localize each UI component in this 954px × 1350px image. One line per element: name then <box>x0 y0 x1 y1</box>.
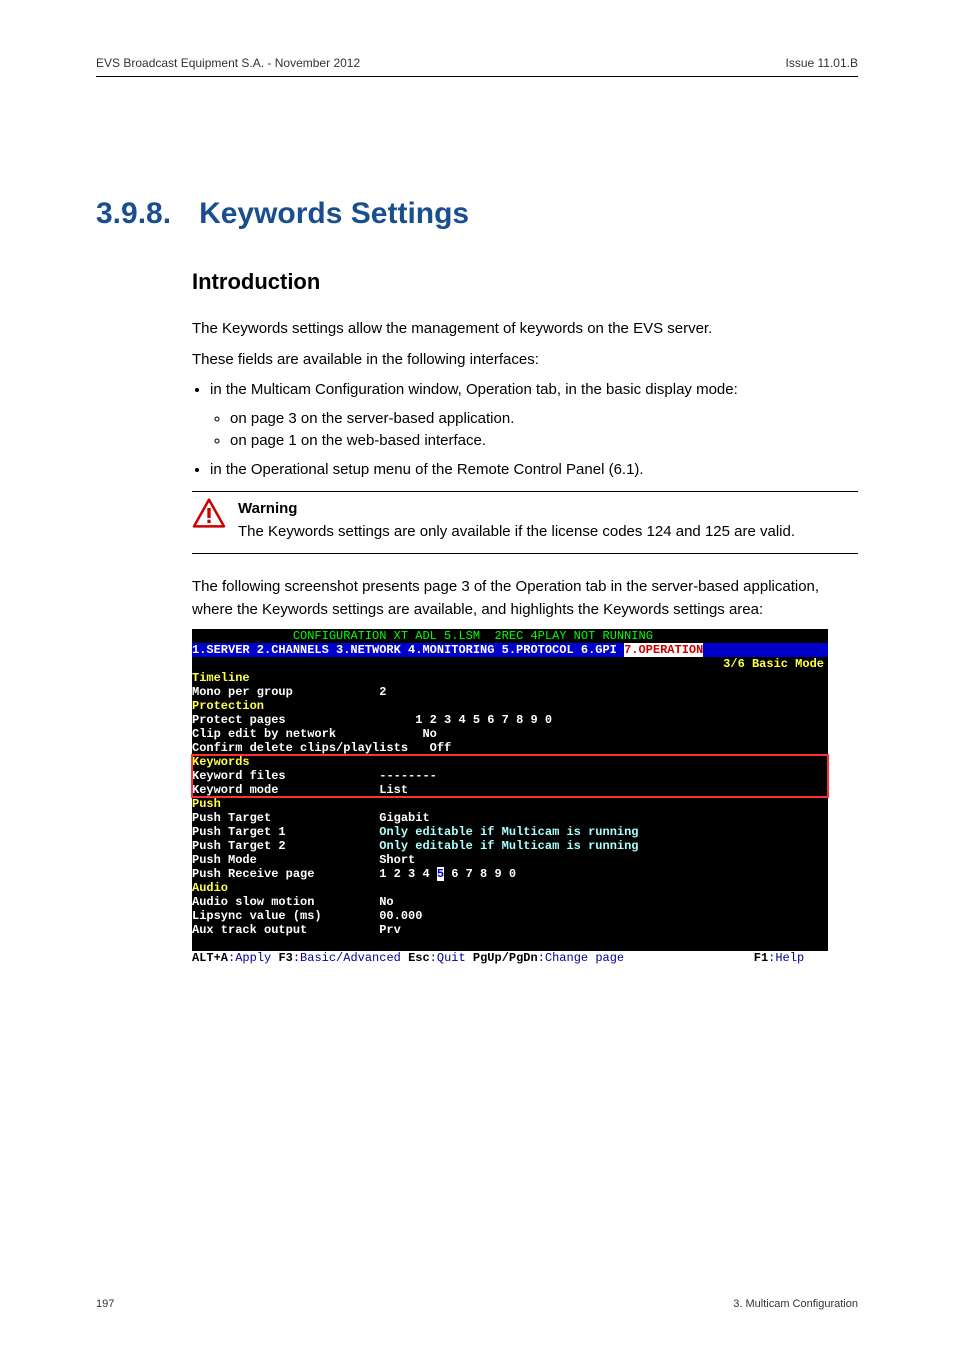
content: Introduction The Keywords settings allow… <box>192 265 858 965</box>
intro-li1a: on page 3 on the server-based applicatio… <box>230 408 858 431</box>
intro-li1b: on page 1 on the web-based interface. <box>230 430 858 453</box>
term-title: CONFIGURATION XT ADL 5.LSM 2REC 4PLAY NO… <box>192 629 732 643</box>
warning-icon <box>192 498 226 543</box>
row-clipedit: Clip edit by network No <box>192 727 437 741</box>
row-protection: Protection <box>192 699 264 713</box>
row-ptarget: Push Target Gigabit <box>192 811 430 825</box>
row-audio: Audio <box>192 881 228 895</box>
warning-title: Warning <box>238 498 795 521</box>
row-mono: Mono per group 2 <box>192 685 386 699</box>
header-right: Issue 11.01.B <box>786 56 859 70</box>
row-pmode: Push Mode Short <box>192 853 415 867</box>
row-confirm: Confirm delete clips/playlists Off <box>192 741 451 755</box>
row-timeline: Timeline <box>192 671 250 685</box>
row-protect: Protect pages 1 2 3 4 5 6 7 8 9 0 <box>192 713 552 727</box>
page-footer: 197 3. Multicam Configuration <box>96 1298 858 1310</box>
row-pt2: Push Target 2 Only editable if Multicam … <box>192 839 639 853</box>
section-heading: 3.9.8. Keywords Settings <box>96 137 858 231</box>
warning-box: Warning The Keywords settings are only a… <box>192 491 858 554</box>
keywords-highlight: Keywords Keyword files -------- Keyword … <box>192 755 828 797</box>
row-pt1: Push Target 1 Only editable if Multicam … <box>192 825 639 839</box>
header-left: EVS Broadcast Equipment S.A. - November … <box>96 56 360 70</box>
term-statusbar: ALT+A:Apply F3:Basic/Advanced Esc:Quit P… <box>192 951 828 965</box>
term-tab-operation: 7.OPERATION <box>624 643 703 657</box>
page: EVS Broadcast Equipment S.A. - November … <box>0 0 954 1350</box>
term-mode: 3/6 Basic Mode <box>192 657 828 671</box>
row-keywords: Keywords <box>192 755 250 769</box>
page-header: EVS Broadcast Equipment S.A. - November … <box>96 56 858 77</box>
section-number: 3.9.8. <box>96 197 171 231</box>
terminal-screenshot: CONFIGURATION XT ADL 5.LSM 2REC 4PLAY NO… <box>192 629 828 965</box>
row-aslow: Audio slow motion No <box>192 895 394 909</box>
intro-li1: in the Multicam Configuration window, Op… <box>210 379 858 402</box>
footer-page-number: 197 <box>96 1298 114 1310</box>
intro-p1: The Keywords settings allow the manageme… <box>192 318 858 341</box>
row-prcv: Push Receive page 1 2 3 4 5 6 7 8 9 0 <box>192 867 516 881</box>
row-kmode: Keyword mode List <box>192 783 408 797</box>
intro-li2: in the Operational setup menu of the Rem… <box>210 459 858 482</box>
pre-screenshot-text: The following screenshot presents page 3… <box>192 576 858 621</box>
term-tabs: 1.SERVER 2.CHANNELS 3.NETWORK 4.MONITORI… <box>192 643 828 657</box>
intro-heading: Introduction <box>192 265 858 298</box>
section-title: Keywords Settings <box>199 197 469 231</box>
row-aux: Aux track output Prv <box>192 923 401 937</box>
row-push: Push <box>192 797 221 811</box>
row-lip: Lipsync value (ms) 00.000 <box>192 909 422 923</box>
intro-p2: These fields are available in the follow… <box>192 349 858 372</box>
warning-text: The Keywords settings are only available… <box>238 523 795 540</box>
row-kfiles: Keyword files -------- <box>192 769 437 783</box>
footer-section: 3. Multicam Configuration <box>733 1298 858 1310</box>
